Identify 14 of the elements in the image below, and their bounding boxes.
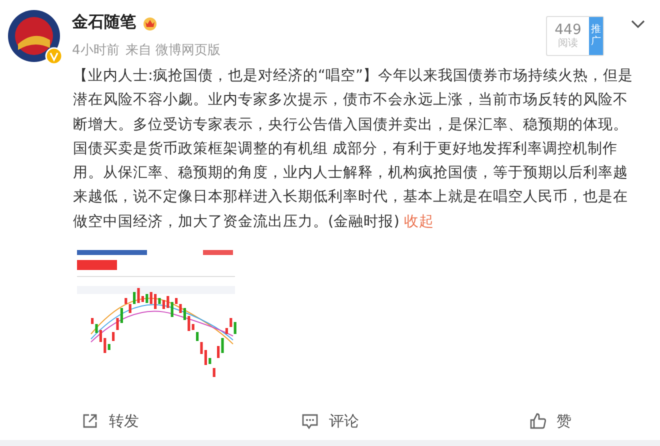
share-icon: [81, 412, 99, 430]
avatar[interactable]: [8, 10, 60, 62]
repost-button[interactable]: 转发: [0, 403, 220, 439]
thumbs-up-icon: [528, 412, 546, 430]
crown-icon: [142, 14, 158, 30]
post-source: 来自 微博网页版: [125, 42, 220, 59]
chevron-down-icon[interactable]: [630, 18, 646, 30]
like-button[interactable]: 赞: [440, 403, 660, 439]
read-count: 449: [554, 22, 582, 38]
comment-icon: [301, 412, 319, 430]
post-text: 【业内人士:疯抢国债，也是对经济的“唱空”】今年以来我国债券市场持续火热，但是潜在风险不容小觑。业内专家多次提示，债市不会永远上涨，当前市场反转的风险不断增大。多位受访专家表示，央行公告借入国债并卖出，是保汇率、稳预期的体现。国债买卖是货币政策框架调整的有机组 成部分，有利于更好地发挥利率调控机制作用。从保汇率、稳预期的角度，业内人士解释，机构疯抢国债，等于预期以后利率越来越低，说不定像日本那样进入长期低利率时代，基本上就是在唱空人民币，也是在做空中国经济，加大了资金流出压力。(金融时报) 收起: [73, 66, 634, 232]
user-name[interactable]: 金石随笔: [72, 12, 136, 33]
read-label: 阅读: [558, 38, 578, 50]
comment-button[interactable]: 评论: [220, 403, 440, 439]
